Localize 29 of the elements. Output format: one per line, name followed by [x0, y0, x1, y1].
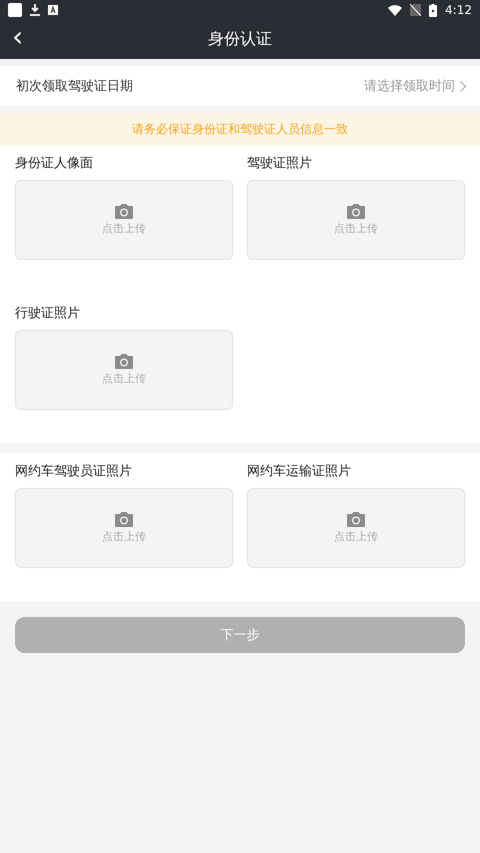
download-icon: [30, 4, 40, 16]
back-button[interactable]: ‹: [8, 22, 28, 52]
camera-icon: [115, 354, 133, 369]
date-label: 初次领取驾驶证日期: [16, 78, 134, 95]
upload-box[interactable]: 点击上传: [15, 180, 233, 260]
a-letter-box-icon: [48, 5, 58, 15]
battery-icon: [429, 4, 438, 16]
upload-label: 行驶证照片: [15, 305, 81, 322]
upload-label: 网约车运输证照片: [247, 463, 352, 480]
wifi-icon: [388, 4, 402, 16]
page-title: 身份认证: [208, 29, 272, 50]
upload-label: 身份证人像面: [15, 155, 94, 172]
upload-box[interactable]: 点击上传: [15, 330, 233, 410]
chevron-right-icon: [460, 80, 466, 92]
upload-label: 驾驶证照片: [247, 155, 313, 172]
camera-icon: [347, 204, 365, 219]
no-sim-icon: [410, 4, 422, 16]
upload-box[interactable]: 点击上传: [247, 180, 465, 260]
upload-box[interactable]: 点击上传: [247, 488, 465, 568]
camera-icon: [347, 512, 365, 527]
clock-time: 4:12: [445, 3, 472, 17]
camera-icon: [115, 512, 133, 527]
date-picker-row[interactable]: 初次领取驾驶证日期 请选择领取时间: [0, 66, 480, 106]
notice-text: 请务必保证身份证和驾驶证人员信息一致: [132, 120, 348, 138]
upload-box[interactable]: 点击上传: [15, 488, 233, 568]
date-placeholder: 请选择领取时间: [364, 78, 455, 95]
camera-icon: [115, 204, 133, 219]
upload-label: 网约车驾驶员证照片: [15, 463, 133, 480]
notification-icon: [8, 3, 22, 17]
